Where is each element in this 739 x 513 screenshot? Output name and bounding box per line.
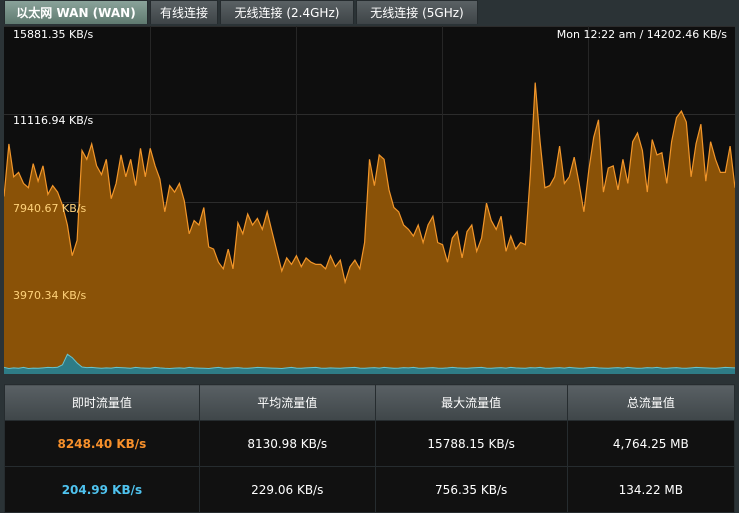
tab-bar: 以太网 WAN (WAN) 有线连接 无线连接 (2.4GHz) 无线连接 (5… (0, 0, 739, 26)
stats-row-rx: 8248.40 KB/s 8130.98 KB/s 15788.15 KB/s … (4, 420, 736, 467)
tab-wireless-2g[interactable]: 无线连接 (2.4GHz) (220, 0, 354, 24)
tx-total: 134.22 MB (566, 466, 736, 513)
y-label-2: 11116.94 KB/s (13, 114, 94, 127)
header-total: 总流量值 (566, 384, 736, 421)
tab-wired[interactable]: 有线连接 (150, 0, 218, 24)
tx-current: 204.99 KB/s (4, 466, 200, 513)
rx-total: 4,764.25 MB (566, 420, 736, 467)
tx-average: 229.06 KB/s (198, 466, 376, 513)
rx-maximum: 15788.15 KB/s (374, 420, 568, 467)
traffic-chart-svg (4, 26, 735, 374)
stats-header-row: 即时流量值 平均流量值 最大流量值 总流量值 (4, 384, 736, 421)
stats-row-tx: 204.99 KB/s 229.06 KB/s 756.35 KB/s 134.… (4, 466, 736, 513)
tx-maximum: 756.35 KB/s (374, 466, 568, 513)
y-label-3: 7940.67 KB/s (13, 202, 87, 215)
header-average: 平均流量值 (198, 384, 376, 421)
y-label-4: 3970.34 KB/s (13, 289, 87, 302)
header-current: 即时流量值 (4, 384, 200, 421)
current-time-readout: Mon 12:22 am / 14202.46 KB/s (556, 28, 727, 41)
header-maximum: 最大流量值 (374, 384, 568, 421)
tab-wireless-5g[interactable]: 无线连接 (5GHz) (356, 0, 478, 24)
y-label-max: 15881.35 KB/s (13, 28, 94, 41)
traffic-chart: 15881.35 KB/s 11116.94 KB/s 7940.67 KB/s… (4, 26, 735, 374)
rx-average: 8130.98 KB/s (198, 420, 376, 467)
traffic-stats-table: 即时流量值 平均流量值 最大流量值 总流量值 8248.40 KB/s 8130… (4, 384, 736, 513)
rx-area (4, 82, 735, 374)
tab-ethernet-wan[interactable]: 以太网 WAN (WAN) (4, 0, 148, 24)
rx-current: 8248.40 KB/s (4, 420, 200, 467)
